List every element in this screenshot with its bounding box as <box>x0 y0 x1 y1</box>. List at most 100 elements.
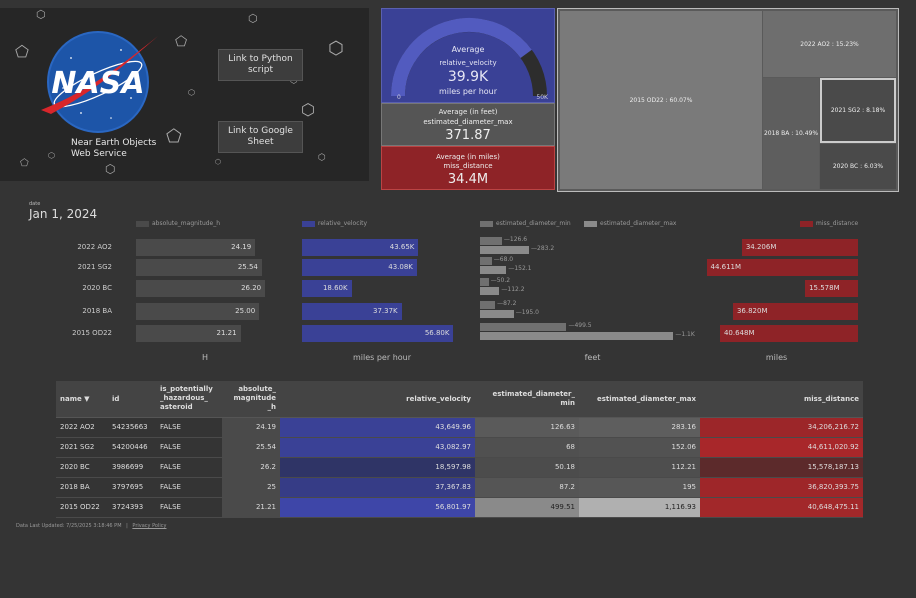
table-header-row: name ▼ id is_potentially _hazardous_ ast… <box>56 381 863 418</box>
category-label: 2015 OD22 <box>72 329 112 337</box>
legend-swatch <box>800 220 813 227</box>
data-label: —283.2 <box>531 245 555 252</box>
table-cell: 26.2 <box>222 457 280 478</box>
axis-label: feet <box>584 353 601 362</box>
data-label: —499.5 <box>568 322 592 329</box>
data-label: —50.2 <box>490 277 511 284</box>
table-cell: 43,082.97 <box>280 437 475 458</box>
table-cell: 152.06 <box>579 437 700 458</box>
table-cell: 112.21 <box>579 457 700 478</box>
category-label: 2018 BA <box>82 307 112 315</box>
data-label: —1.1K <box>675 331 695 338</box>
table-cell: 44,611,020.92 <box>700 437 863 458</box>
column-header-id[interactable]: id <box>108 381 156 418</box>
legend-item: miss_distance <box>800 220 858 227</box>
column-header-miss-distance[interactable]: miss_distance <box>700 381 863 418</box>
legend-swatch <box>136 220 149 227</box>
category-label: 2022 AO2 <box>77 243 112 251</box>
privacy-policy-link[interactable]: Privacy Policy <box>132 523 166 529</box>
table-cell: FALSE <box>156 477 222 498</box>
table-cell: 283.16 <box>579 417 700 438</box>
table-cell: 15,578,187.13 <box>700 457 863 478</box>
axis-label: miles <box>765 353 788 362</box>
data-label: —87.2 <box>497 300 517 307</box>
data-label: 56.80K <box>424 329 450 337</box>
bar-mark[interactable] <box>480 310 514 318</box>
data-label: 44.611M <box>710 263 742 271</box>
data-label: 25.00 <box>235 307 256 315</box>
legend-item: estimated_diameter_min <box>480 220 571 227</box>
column-header-name[interactable]: name ▼ <box>56 381 108 418</box>
bar-mark[interactable] <box>480 278 489 286</box>
table-cell: 18,597.98 <box>280 457 475 478</box>
table-cell: FALSE <box>156 497 222 518</box>
table-cell: 43,649.96 <box>280 417 475 438</box>
axis-label: H <box>201 353 208 362</box>
data-label: 25.54 <box>237 263 258 271</box>
table-cell: 21.21 <box>222 497 280 518</box>
column-header-diameter-max[interactable]: estimated_diameter_max <box>579 381 700 418</box>
legend-swatch <box>584 220 597 227</box>
legend-label: absolute_magnitude_h <box>152 220 221 227</box>
footer-separator: | <box>126 523 128 529</box>
column-header-magnitude[interactable]: absolute_ magnitude _h <box>222 381 280 418</box>
bar-mark[interactable] <box>480 323 567 331</box>
legend-item: estimated_diameter_max <box>584 220 676 227</box>
data-label: 43.65K <box>389 243 415 251</box>
table-cell: 25.54 <box>222 437 280 458</box>
data-label: —152.1 <box>508 265 532 272</box>
data-label: —112.2 <box>501 286 525 293</box>
table-cell: 2018 BA <box>56 477 108 498</box>
table-cell: FALSE <box>156 437 222 458</box>
bar-mark[interactable] <box>480 266 507 274</box>
bar-mark[interactable] <box>480 246 529 254</box>
axis-label: miles per hour <box>352 353 412 362</box>
legend-swatch <box>302 220 315 227</box>
table-cell: 50.18 <box>475 457 579 478</box>
table-cell: 40,648,475.11 <box>700 497 863 518</box>
table-cell: 68 <box>475 437 579 458</box>
column-header-hazardous[interactable]: is_potentially _hazardous_ asteroid <box>156 381 222 418</box>
footer: Data Last Updated: 7/25/2025 3:18:46 PM … <box>16 523 166 529</box>
data-label: 18.60K <box>322 284 348 292</box>
data-label: 24.19 <box>231 243 252 251</box>
legend-label: estimated_diameter_min <box>496 220 571 227</box>
column-header-velocity[interactable]: relative_velocity <box>280 381 475 418</box>
table-row[interactable]: 2022 AO2 54235663 FALSE 24.19 43,649.96 126.6… <box>56 417 863 438</box>
bar-charts: 2022 AO2 2021 SG2 2020 BC 2018 BA 2015 OD22 a… <box>0 0 916 380</box>
bar-mark[interactable] <box>480 287 500 295</box>
table-cell: 34,206,216.72 <box>700 417 863 438</box>
data-label: 36.820M <box>736 307 768 315</box>
data-label: 40.648M <box>723 329 755 337</box>
table-row[interactable]: 2021 SG2 54200446 FALSE 25.54 43,082.97 68 152… <box>56 437 863 458</box>
legend-item: absolute_magnitude_h <box>136 220 220 227</box>
table-cell: FALSE <box>156 457 222 478</box>
table-cell: 54200446 <box>108 437 156 458</box>
legend-label: estimated_diameter_max <box>600 220 677 227</box>
table-cell: 499.51 <box>475 497 579 518</box>
data-label: 26.20 <box>241 284 262 292</box>
table-cell: 2021 SG2 <box>56 437 108 458</box>
bar-mark[interactable] <box>480 257 492 265</box>
table-row[interactable]: 2018 BA 3797695 FALSE 25 37,367.83 87.2 195 36,… <box>56 477 863 498</box>
table-cell: 87.2 <box>475 477 579 498</box>
data-label: —126.6 <box>503 236 528 243</box>
legend-item: relative_velocity <box>302 220 367 227</box>
legend-label: relative_velocity <box>318 220 368 227</box>
table-cell: 2015 OD22 <box>56 497 108 518</box>
data-label: 34.206M <box>745 243 777 251</box>
table-cell: 36,820,393.75 <box>700 477 863 498</box>
column-header-diameter-min[interactable]: estimated_diameter_ min <box>475 381 579 418</box>
table-row[interactable]: 2015 OD22 3724393 FALSE 21.21 56,801.97 499.5… <box>56 497 863 518</box>
asteroid-table: name ▼ id is_potentially _hazardous_ ast… <box>56 381 863 518</box>
bar-mark[interactable] <box>480 332 674 340</box>
bar-mark[interactable] <box>480 301 496 309</box>
legend-label: miss_distance <box>816 220 859 227</box>
data-label: —195.0 <box>515 309 539 316</box>
table-cell: 56,801.97 <box>280 497 475 518</box>
bar-mark[interactable] <box>480 237 502 245</box>
table-cell: 195 <box>579 477 700 498</box>
table-cell: 25 <box>222 477 280 498</box>
data-label: 43.08K <box>388 263 413 271</box>
table-row[interactable]: 2020 BC 3986699 FALSE 26.2 18,597.98 50.18 112… <box>56 457 863 478</box>
